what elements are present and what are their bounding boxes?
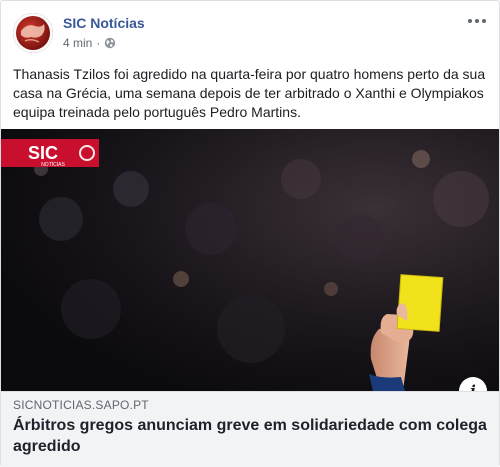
svg-text:SIC: SIC [28, 143, 58, 163]
link-title[interactable]: Árbitros gregos anunciam greve em solida… [13, 415, 487, 457]
globe-icon[interactable] [104, 37, 116, 49]
page-name-link[interactable]: SIC Notícias [63, 15, 145, 31]
link-domain: SICNOTICIAS.SAPO.PT [13, 398, 149, 412]
link-preview-caption[interactable]: SICNOTICIAS.SAPO.PT Árbitros gregos anun… [1, 391, 499, 467]
meta-separator: · [96, 36, 101, 50]
post-meta: 4 min · [63, 36, 116, 50]
page-avatar[interactable] [13, 13, 53, 53]
yellow-card [396, 274, 444, 332]
sic-noticias-logo: SIC NOTÍCIAS [1, 139, 99, 168]
svg-text:NOTÍCIAS: NOTÍCIAS [41, 161, 65, 168]
more-options-icon[interactable] [465, 13, 489, 29]
sic-globe-logo [13, 13, 53, 53]
post-timestamp[interactable]: 4 min [63, 36, 92, 50]
post-text: Thanasis Tzilos foi agredido na quarta-f… [13, 66, 486, 120]
facebook-post: SIC Notícias 4 min · Thanasis Tzilos foi… [0, 0, 500, 467]
link-preview-image[interactable]: SIC NOTÍCIAS i [1, 129, 499, 391]
referee-yellow-card-photo: SIC NOTÍCIAS [1, 129, 499, 391]
post-header: SIC Notícias 4 min · [13, 13, 489, 55]
